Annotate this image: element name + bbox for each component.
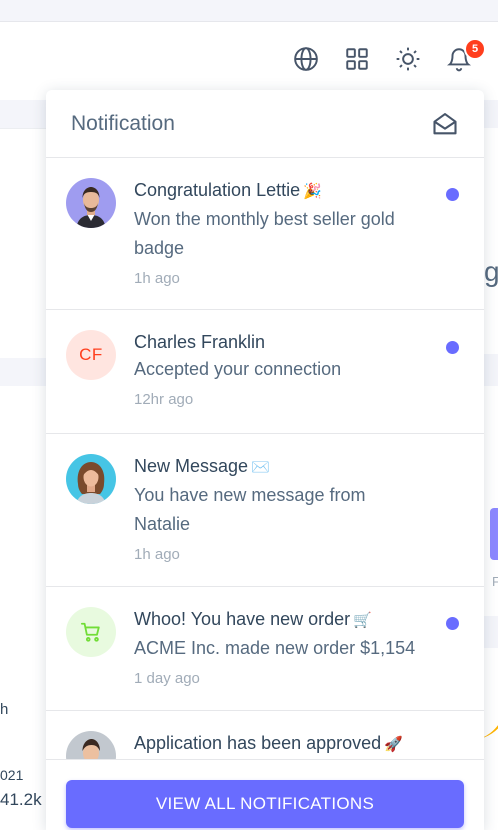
notification-message: Accepted your connection [134, 359, 342, 379]
envelope-icon: ✉️ [251, 459, 270, 476]
avatar [66, 607, 116, 657]
unread-dot[interactable] [446, 341, 459, 354]
notification-item[interactable]: Application has been approved 🚀 [46, 711, 484, 759]
notification-item[interactable]: Whoo! You have new order 🛒 ACME Inc. made… [46, 587, 484, 711]
party-popper-icon: 🎉 [303, 183, 322, 200]
background-card [0, 128, 46, 358]
notification-time: 1 day ago [134, 670, 200, 687]
cart-icon [80, 622, 100, 642]
grid-icon[interactable] [342, 44, 372, 74]
sun-icon[interactable] [393, 44, 423, 74]
notification-item[interactable]: Congratulation Lettie 🎉 Won the monthly b… [46, 158, 484, 310]
rocket-icon: 🚀 [384, 736, 403, 753]
browser-top-strip [0, 0, 498, 22]
background-text: F [492, 574, 498, 589]
notification-item[interactable]: CF Charles Franklin Accepted your connec… [46, 310, 484, 434]
woman-avatar-icon [66, 454, 116, 504]
notification-item[interactable]: New Message ✉️ You have new message from … [46, 434, 484, 587]
notification-title-text: Whoo! You have new order 🛒 [134, 609, 372, 629]
view-all-notifications-button[interactable]: VIEW ALL NOTIFICATIONS [66, 780, 464, 828]
notification-message: ACME Inc. made new order $1,154 [134, 638, 416, 658]
top-navbar [0, 22, 498, 100]
avatar [66, 454, 116, 504]
unread-dot[interactable] [446, 188, 459, 201]
notification-time: 12hr ago [134, 391, 194, 408]
notification-time: 1h ago [134, 270, 180, 287]
background-text: 41.2k [0, 790, 42, 809]
notification-list: Congratulation Lettie 🎉 Won the monthly b… [46, 158, 484, 759]
notification-count-badge: 5 [464, 38, 486, 60]
unread-dot[interactable] [446, 617, 459, 630]
background-card [484, 648, 498, 830]
background-card [484, 128, 498, 354]
background-text: 021 [0, 767, 24, 783]
background-text: h [0, 701, 9, 718]
notification-title-text: Charles Franklin [134, 332, 266, 352]
notification-header: Notification [46, 90, 484, 158]
avatar [66, 178, 116, 228]
background-card [0, 386, 46, 830]
man-avatar-icon [66, 731, 116, 759]
notification-dropdown: Notification Congratulation Lettie 🎉 Won… [46, 90, 484, 830]
notification-title-text: Application has been approved 🚀 [134, 733, 403, 753]
notification-title-text: New Message ✉️ [134, 456, 270, 476]
avatar-initials: CF [66, 330, 116, 380]
notification-message: You have new message from Natalie [134, 485, 366, 534]
globe-icon[interactable] [291, 44, 321, 74]
avatar [66, 731, 116, 759]
background-text: g [484, 256, 498, 287]
notification-footer: VIEW ALL NOTIFICATIONS [46, 759, 484, 830]
notification-title-text: Congratulation Lettie 🎉 [134, 180, 322, 200]
shopping-cart-icon: 🛒 [353, 612, 372, 629]
man-avatar-icon [66, 178, 116, 228]
envelope-open-icon[interactable] [431, 110, 459, 138]
background-chart-bar [490, 508, 498, 560]
notification-message: Won the monthly best seller gold badge [134, 209, 395, 258]
notification-title: Notification [71, 111, 175, 135]
notification-time: 1h ago [134, 546, 180, 563]
